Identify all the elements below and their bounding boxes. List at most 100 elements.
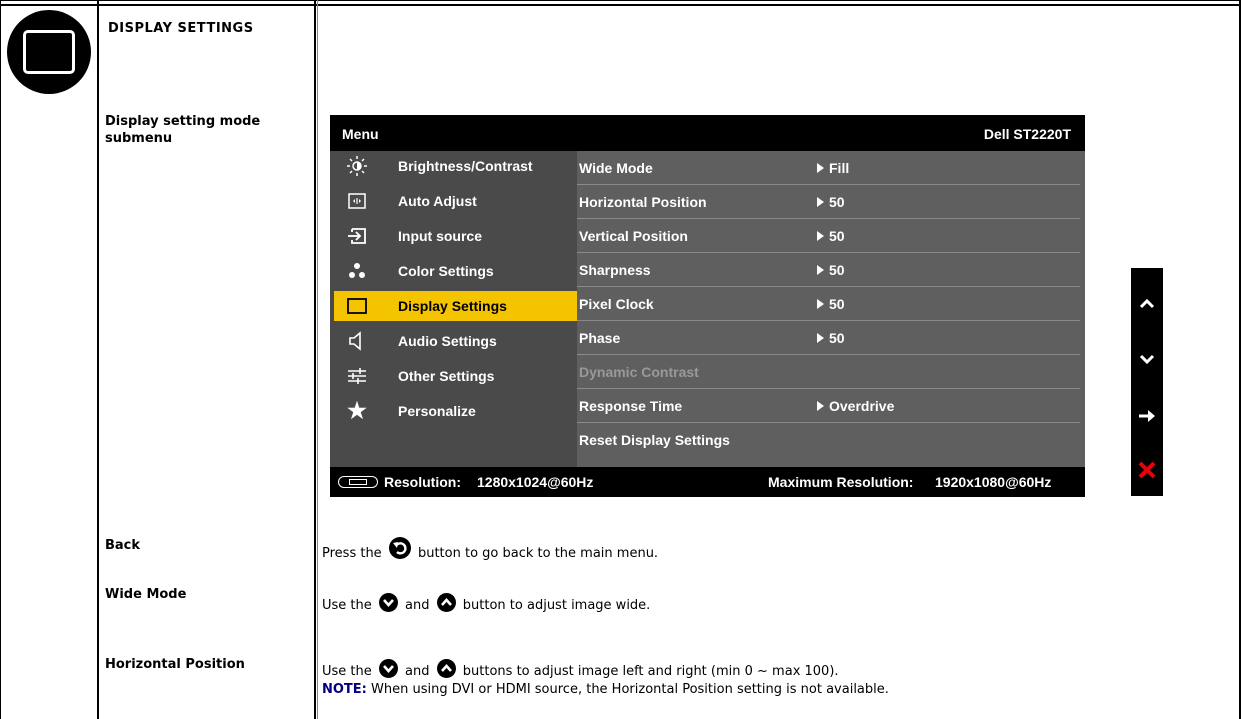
option-value: 50 bbox=[817, 194, 845, 210]
nav-item-color-settings[interactable]: Color Settings bbox=[330, 256, 577, 286]
label-column-divider-inner bbox=[317, 0, 318, 719]
hpos-text-mid: and bbox=[405, 664, 430, 679]
enter-arrow-button[interactable] bbox=[1131, 399, 1163, 433]
option-sharpness[interactable]: Sharpness 50 bbox=[577, 253, 1080, 287]
exit-button[interactable] bbox=[1131, 453, 1163, 487]
display-icon bbox=[346, 295, 368, 317]
wide-mode-row-label: Wide Mode bbox=[105, 587, 187, 602]
right-arrow-icon bbox=[1139, 410, 1155, 422]
option-horizontal-position[interactable]: Horizontal Position 50 bbox=[577, 185, 1080, 219]
nav-item-label: Brightness/Contrast bbox=[398, 158, 533, 174]
down-arrow-icon bbox=[1139, 354, 1155, 365]
color-settings-icon bbox=[346, 260, 368, 282]
option-wide-mode[interactable]: Wide Mode Fill bbox=[577, 151, 1080, 185]
up-arrow-icon bbox=[1139, 298, 1155, 309]
option-vertical-position[interactable]: Vertical Position 50 bbox=[577, 219, 1080, 253]
submenu-row-label: Display setting mode submenu bbox=[105, 114, 261, 146]
hpos-text-pre: Use the bbox=[322, 664, 372, 679]
resolution-label: Resolution: bbox=[384, 474, 461, 490]
horizontal-position-line: Use the and buttons to adjust image left… bbox=[322, 659, 889, 680]
horizontal-position-row-label: Horizontal Position bbox=[105, 657, 245, 672]
option-reset-display-settings[interactable]: Reset Display Settings bbox=[577, 423, 1080, 457]
close-icon bbox=[1138, 461, 1156, 479]
osd-title-bar: Menu Dell ST2220T bbox=[330, 115, 1085, 151]
nav-item-label: Input source bbox=[398, 228, 483, 244]
down-button-icon bbox=[378, 659, 398, 678]
section-top-rule bbox=[0, 4, 1241, 6]
nav-item-label: Display Settings bbox=[398, 298, 507, 314]
option-name: Phase bbox=[579, 330, 621, 346]
option-pixel-clock[interactable]: Pixel Clock 50 bbox=[577, 287, 1080, 321]
nav-item-personalize[interactable]: ★ Personalize bbox=[330, 396, 577, 426]
back-text-pre: Press the bbox=[322, 546, 382, 561]
osd-menu-screenshot: Menu Dell ST2220T Brightness/Contrast Au… bbox=[330, 115, 1085, 497]
max-resolution-label: Maximum Resolution: bbox=[768, 474, 914, 490]
option-value: 50 bbox=[817, 228, 845, 244]
vga-connector-icon bbox=[338, 476, 378, 488]
option-name: Dynamic Contrast bbox=[579, 364, 699, 380]
down-arrow-button[interactable] bbox=[1131, 342, 1163, 376]
nav-item-label: Color Settings bbox=[398, 263, 494, 279]
osd-nav: Brightness/Contrast Auto Adjust Input so… bbox=[330, 151, 578, 467]
section-heading: DISPLAY SETTINGS bbox=[108, 21, 254, 36]
star-icon: ★ bbox=[347, 398, 367, 423]
up-button-icon bbox=[436, 659, 456, 678]
label-column-divider bbox=[314, 0, 316, 719]
osd-options-panel: Wide Mode Fill Horizontal Position 50 Ve… bbox=[577, 151, 1085, 467]
wide-mode-text-mid: and bbox=[405, 598, 430, 613]
option-response-time[interactable]: Response Time Overdrive bbox=[577, 389, 1080, 423]
wide-mode-description: Use the and button to adjust image wide. bbox=[322, 593, 650, 614]
table-left-border bbox=[0, 0, 1, 719]
icon-column-divider bbox=[97, 0, 99, 719]
osd-model-name: Dell ST2220T bbox=[983, 126, 1071, 142]
option-value: 50 bbox=[817, 330, 845, 346]
back-row-label: Back bbox=[105, 538, 141, 553]
back-button-icon bbox=[388, 537, 411, 559]
down-button-icon bbox=[378, 593, 398, 612]
option-name: Vertical Position bbox=[579, 228, 688, 244]
nav-item-audio-settings[interactable]: Audio Settings bbox=[330, 326, 577, 356]
option-name: Reset Display Settings bbox=[579, 432, 730, 448]
nav-item-auto-adjust[interactable]: Auto Adjust bbox=[330, 186, 577, 216]
option-dynamic-contrast: Dynamic Contrast bbox=[577, 355, 1080, 389]
option-name: Wide Mode bbox=[579, 160, 653, 176]
nav-item-label: Personalize bbox=[398, 403, 476, 419]
osd-status-bar: Resolution: 1280x1024@60Hz Maximum Resol… bbox=[330, 467, 1085, 497]
option-value: Overdrive bbox=[817, 398, 894, 414]
table-top-border bbox=[0, 0, 1241, 1]
display-settings-icon bbox=[7, 10, 91, 94]
option-name: Response Time bbox=[579, 398, 683, 414]
nav-item-brightness-contrast[interactable]: Brightness/Contrast bbox=[330, 151, 577, 181]
horizontal-position-note: NOTE: When using DVI or HDMI source, the… bbox=[322, 681, 889, 698]
option-name: Sharpness bbox=[579, 262, 651, 278]
nav-item-label: Other Settings bbox=[398, 368, 495, 384]
nav-item-label: Audio Settings bbox=[398, 333, 497, 349]
monitor-screen-shape bbox=[23, 30, 75, 74]
nav-item-display-settings[interactable]: Display Settings bbox=[334, 291, 578, 321]
back-description: Press the button to go back to the main … bbox=[322, 537, 658, 562]
note-text: When using DVI or HDMI source, the Horiz… bbox=[371, 682, 889, 697]
note-label: NOTE: bbox=[322, 682, 367, 697]
hpos-text-post: buttons to adjust image left and right (… bbox=[462, 664, 839, 679]
nav-item-input-source[interactable]: Input source bbox=[330, 221, 577, 251]
osd-control-buttons bbox=[1131, 268, 1163, 496]
auto-adjust-icon bbox=[346, 190, 368, 212]
nav-item-other-settings[interactable]: Other Settings bbox=[330, 361, 577, 391]
option-name: Pixel Clock bbox=[579, 296, 654, 312]
option-value: Fill bbox=[817, 160, 849, 176]
wide-mode-text-pre: Use the bbox=[322, 598, 372, 613]
brightness-icon bbox=[346, 155, 368, 177]
horizontal-position-description: Use the and buttons to adjust image left… bbox=[322, 659, 889, 698]
wide-mode-text-post: button to adjust image wide. bbox=[462, 598, 651, 613]
option-name: Horizontal Position bbox=[579, 194, 707, 210]
input-source-icon bbox=[346, 225, 368, 247]
option-value: 50 bbox=[817, 262, 845, 278]
sliders-icon bbox=[346, 365, 368, 387]
option-value: 50 bbox=[817, 296, 845, 312]
resolution-value: 1280x1024@60Hz bbox=[477, 474, 594, 490]
up-button-icon bbox=[436, 593, 456, 612]
max-resolution-value: 1920x1080@60Hz bbox=[935, 474, 1052, 490]
option-phase[interactable]: Phase 50 bbox=[577, 321, 1080, 355]
up-arrow-button[interactable] bbox=[1131, 287, 1163, 321]
osd-menu-title: Menu bbox=[342, 126, 379, 142]
